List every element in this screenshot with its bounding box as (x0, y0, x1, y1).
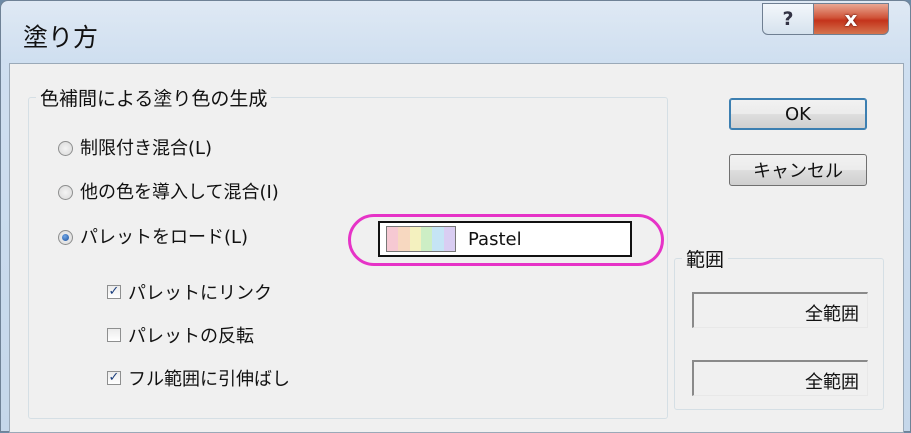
interp-group-label: 色補間による塗り色の生成 (36, 84, 272, 111)
range-field-1[interactable]: 全範囲 (692, 292, 868, 328)
ok-button-label: OK (785, 103, 811, 125)
close-icon: x (844, 7, 858, 31)
dialog-window: 塗り方 ? x 色補間による塗り色の生成 制限付き混合(L) 他の色を導入して混… (0, 0, 911, 433)
dialog-client-area: 色補間による塗り色の生成 制限付き混合(L) 他の色を導入して混合(I) パレッ… (9, 63, 904, 433)
radio-restricted-mix[interactable] (58, 141, 73, 156)
radio-load-palette[interactable] (58, 230, 73, 245)
radio-load-palette-label[interactable]: パレットをロード(L) (80, 223, 248, 249)
range-field-2[interactable]: 全範囲 (692, 360, 868, 396)
help-icon: ? (782, 8, 794, 30)
radio-introduce-color-mix-label[interactable]: 他の色を導入して混合(I) (80, 178, 279, 204)
checkbox-reverse-palette-label[interactable]: パレットの反転 (128, 322, 254, 348)
checkbox-link-palette[interactable]: ✓ (107, 285, 121, 299)
ok-button[interactable]: OK (729, 98, 867, 130)
help-button[interactable]: ? (762, 3, 814, 35)
checkbox-stretch-full-range-label[interactable]: フル範囲に引伸ばし (128, 365, 290, 391)
checkbox-reverse-palette[interactable] (107, 328, 121, 342)
radio-restricted-mix-label[interactable]: 制限付き混合(L) (80, 134, 212, 160)
range-group-label: 範囲 (682, 245, 729, 272)
cancel-button[interactable]: キャンセル (729, 154, 867, 186)
highlight-ellipse (348, 214, 664, 266)
title-bar[interactable]: 塗り方 ? x (1, 1, 910, 63)
radio-introduce-color-mix[interactable] (58, 185, 73, 200)
window-title: 塗り方 (23, 23, 99, 52)
cancel-button-label: キャンセル (753, 161, 843, 182)
checkbox-link-palette-label[interactable]: パレットにリンク (128, 279, 272, 305)
checkbox-stretch-full-range[interactable]: ✓ (107, 371, 121, 385)
close-button[interactable]: x (813, 3, 889, 35)
